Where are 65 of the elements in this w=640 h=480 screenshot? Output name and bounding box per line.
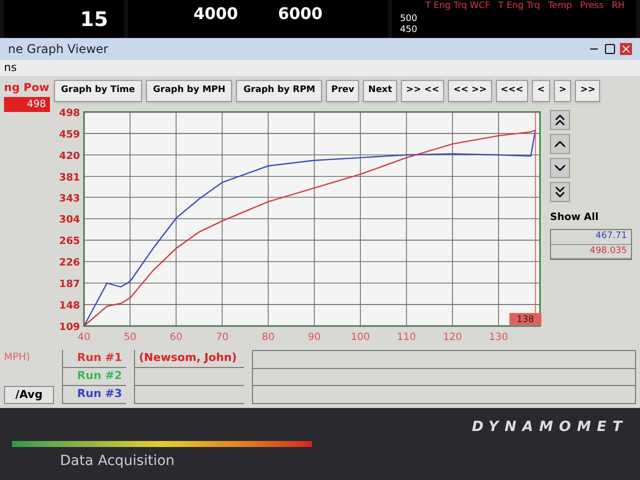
x-tick-label: 110	[396, 332, 416, 343]
banner-subtitle: Data Acquisition	[59, 452, 176, 471]
y-tick-label: 459	[59, 129, 80, 140]
scroll-up-icon[interactable]	[550, 134, 570, 154]
window-title: ne Graph Viewer	[8, 41, 108, 58]
tach-label: 6000	[278, 3, 323, 25]
y-tick-label: 381	[59, 172, 80, 184]
channel-label: T Eng Trq	[498, 0, 540, 12]
toolbar-button[interactable]: << >>	[448, 80, 492, 102]
x-tick-label: 130	[489, 332, 508, 343]
toolbar-button[interactable]: <	[532, 80, 550, 102]
channel-label: Temp	[548, 0, 572, 12]
axis-unit-label: MPH)	[4, 351, 32, 365]
menu-item[interactable]: ns	[4, 60, 17, 76]
scale-label: 500	[400, 14, 418, 25]
y-tick-label: 226	[59, 258, 80, 269]
toolbar-button[interactable]: Graph by MPH	[146, 80, 232, 102]
toolbar-button[interactable]: Graph by RPM	[236, 80, 322, 102]
toolbar-button[interactable]: >> <<	[401, 80, 444, 102]
y-tick-label: 265	[59, 236, 80, 248]
x-tick-label: 60	[170, 332, 182, 343]
x-tick-label: 100	[350, 332, 370, 343]
y-tick-label: 304	[59, 214, 80, 226]
x-tick-label: 120	[442, 332, 462, 343]
reading-value: 498.035	[551, 244, 631, 259]
toolbar-button[interactable]: Prev	[326, 80, 360, 102]
close-icon[interactable]	[620, 43, 632, 55]
maximize-icon[interactable]	[604, 43, 616, 55]
scroll-down-icon[interactable]	[550, 158, 570, 178]
cursor-readout: 138	[509, 313, 542, 325]
show-all-link[interactable]: Show All	[550, 210, 632, 225]
banner-tagline: DYNAMOMET	[472, 418, 628, 437]
channel-value: 498	[4, 96, 50, 112]
channel-label: T Eng Trq WCF	[425, 0, 490, 12]
y-tick-label: 187	[59, 279, 80, 290]
x-tick-label: 40	[78, 332, 90, 343]
reading-value: 467.71	[551, 230, 631, 244]
toolbar-button[interactable]: Graph by Time	[54, 80, 142, 102]
y-tick-label: 498	[59, 108, 80, 119]
scale-label: 450	[400, 25, 418, 36]
channel-label: RH	[612, 0, 625, 12]
average-button[interactable]: /Avg	[4, 386, 54, 404]
channel-label: Press	[580, 0, 604, 12]
y-tick-label: 148	[59, 300, 80, 312]
toolbar-button[interactable]: Next	[363, 80, 398, 102]
x-tick-label: 90	[308, 332, 321, 343]
scroll-bottom-icon[interactable]	[550, 182, 570, 202]
channel-name: ng Pow	[4, 80, 50, 96]
toolbar-button[interactable]: <<<	[496, 80, 528, 102]
y-tick-label: 343	[59, 193, 80, 204]
gauge-reading: 15	[80, 6, 108, 33]
tach-label: 4000	[193, 3, 238, 25]
x-tick-label: 80	[262, 332, 275, 343]
run-label: Run #2	[62, 368, 126, 386]
ref-line-label: 138	[516, 315, 534, 325]
x-tick-label: 70	[216, 332, 229, 343]
run-label: Run #1	[62, 350, 126, 368]
run-name-field: (Newsom, John)	[134, 350, 244, 368]
toolbar-button[interactable]: >	[554, 80, 572, 102]
scroll-top-icon[interactable]	[550, 110, 570, 130]
y-tick-label: 420	[59, 150, 80, 162]
run-label: Run #3	[62, 386, 126, 404]
toolbar-button[interactable]: >>	[575, 80, 600, 102]
x-tick-label: 50	[124, 332, 136, 343]
y-tick-label: 109	[59, 322, 80, 333]
